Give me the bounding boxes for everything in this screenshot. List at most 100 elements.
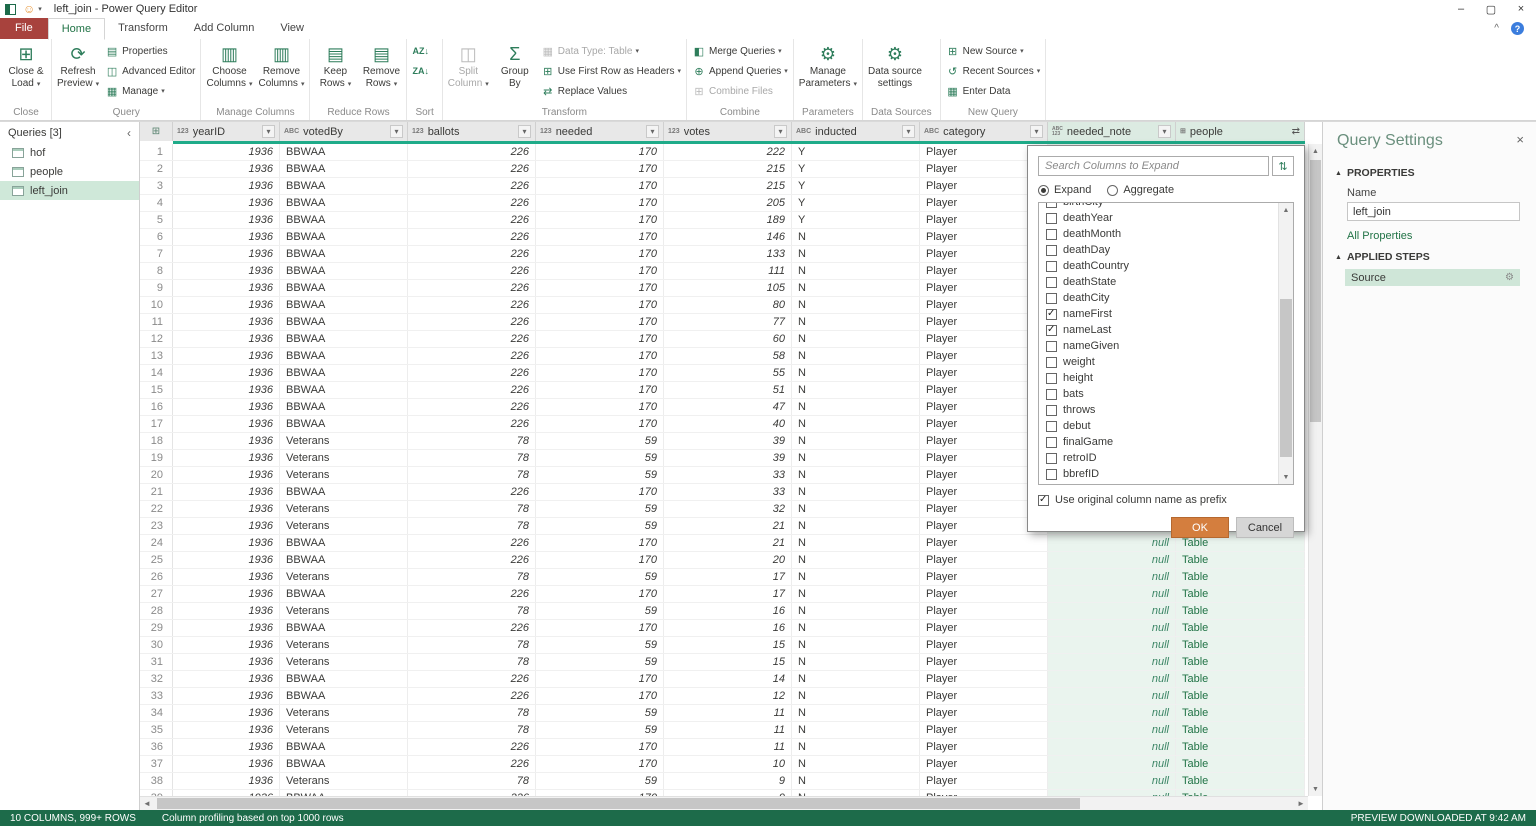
cell-inducted[interactable]: Y (792, 212, 920, 228)
filter-icon[interactable]: ▾ (262, 125, 275, 138)
cell-ballots[interactable]: 226 (408, 586, 536, 602)
cell-needed[interactable]: 59 (536, 637, 664, 653)
choose-columns-button[interactable]: ▥ChooseColumns▾ (203, 40, 255, 93)
cell-votedby[interactable]: Veterans (280, 722, 408, 738)
close-load-button[interactable]: ⊞Close &Load▾ (3, 40, 49, 93)
list-scroll-thumb[interactable] (1280, 299, 1292, 457)
cell-ballots[interactable]: 226 (408, 178, 536, 194)
cell-needed[interactable]: 59 (536, 603, 664, 619)
tab-home[interactable]: Home (48, 18, 105, 40)
cell-yearid[interactable]: 1936 (173, 484, 280, 500)
cell-votes[interactable]: 21 (664, 535, 792, 551)
expand-list-item-throws[interactable]: throws (1039, 402, 1278, 418)
cell-votes[interactable]: 11 (664, 705, 792, 721)
cell-needed[interactable]: 170 (536, 671, 664, 687)
cell-needed-note[interactable]: null (1048, 773, 1176, 789)
cell-votedby[interactable]: BBWAA (280, 144, 408, 160)
cell-category[interactable]: Player (920, 688, 1048, 704)
expand-list-item-namegiven[interactable]: nameGiven (1039, 338, 1278, 354)
horizontal-scrollbar[interactable]: ◄ ► (140, 796, 1308, 810)
cell-category[interactable]: Player (920, 773, 1048, 789)
cell-votes[interactable]: 11 (664, 722, 792, 738)
cell-yearid[interactable]: 1936 (173, 705, 280, 721)
cell-votes[interactable]: 133 (664, 246, 792, 262)
cell-votes[interactable]: 58 (664, 348, 792, 364)
checkbox-icon[interactable] (1046, 309, 1057, 320)
cell-needed[interactable]: 170 (536, 620, 664, 636)
cell-yearid[interactable]: 1936 (173, 161, 280, 177)
cell-people[interactable]: Table (1176, 722, 1305, 738)
cell-needed[interactable]: 59 (536, 501, 664, 517)
cell-needed-note[interactable]: null (1048, 688, 1176, 704)
cell-category[interactable]: Player (920, 535, 1048, 551)
expand-list-item-deathday[interactable]: deathDay (1039, 242, 1278, 258)
cell-needed-note[interactable]: null (1048, 705, 1176, 721)
cell-needed[interactable]: 170 (536, 144, 664, 160)
cell-votedby[interactable]: Veterans (280, 518, 408, 534)
keep-rows-button[interactable]: ▤KeepRows▾ (312, 40, 358, 93)
filter-icon[interactable]: ▾ (902, 125, 915, 138)
cell-votes[interactable]: 51 (664, 382, 792, 398)
cell-ballots[interactable]: 78 (408, 603, 536, 619)
cell-yearid[interactable]: 1936 (173, 314, 280, 330)
cell-ballots[interactable]: 226 (408, 739, 536, 755)
cell-votes[interactable]: 77 (664, 314, 792, 330)
expand-list-item-bbrefid[interactable]: bbrefID (1039, 466, 1278, 482)
column-header-votedby[interactable]: ABCvotedBy▾ (280, 122, 408, 141)
cell-inducted[interactable]: N (792, 756, 920, 772)
cell-inducted[interactable]: N (792, 450, 920, 466)
cell-needed[interactable]: 59 (536, 450, 664, 466)
cell-yearid[interactable]: 1936 (173, 671, 280, 687)
cell-needed[interactable]: 59 (536, 705, 664, 721)
cell-ballots[interactable]: 78 (408, 654, 536, 670)
column-type-icon[interactable]: ⊞ (1180, 128, 1186, 135)
replace-values-button[interactable]: ⇄Replace Values (538, 81, 684, 101)
filter-icon[interactable]: ▾ (646, 125, 659, 138)
column-type-icon[interactable]: 123 (540, 128, 552, 135)
list-scrollbar[interactable]: ▲ ▼ (1278, 203, 1293, 484)
column-header-people[interactable]: ⊞people⇄ (1176, 122, 1305, 141)
cell-votedby[interactable]: Veterans (280, 773, 408, 789)
cell-needed[interactable]: 170 (536, 331, 664, 347)
cell-needed[interactable]: 170 (536, 229, 664, 245)
cell-votedby[interactable]: BBWAA (280, 756, 408, 772)
tab-add-column[interactable]: Add Column (181, 18, 268, 39)
cell-people[interactable]: Table (1176, 654, 1305, 670)
cell-ballots[interactable]: 78 (408, 722, 536, 738)
checkbox-icon[interactable] (1046, 373, 1057, 384)
cell-votedby[interactable]: BBWAA (280, 739, 408, 755)
cell-inducted[interactable]: N (792, 620, 920, 636)
cell-votes[interactable]: 215 (664, 178, 792, 194)
cell-yearid[interactable]: 1936 (173, 399, 280, 415)
cell-votes[interactable]: 15 (664, 654, 792, 670)
cell-needed-note[interactable]: null (1048, 552, 1176, 568)
cell-needed[interactable]: 170 (536, 552, 664, 568)
cell-needed[interactable]: 170 (536, 314, 664, 330)
cell-people[interactable]: Table (1176, 688, 1305, 704)
cell-ballots[interactable]: 78 (408, 637, 536, 653)
cell-inducted[interactable]: N (792, 654, 920, 670)
cell-ballots[interactable]: 78 (408, 773, 536, 789)
cell-votes[interactable]: 14 (664, 671, 792, 687)
cell-needed[interactable]: 170 (536, 161, 664, 177)
cell-inducted[interactable]: N (792, 331, 920, 347)
cell-needed[interactable]: 59 (536, 467, 664, 483)
cell-yearid[interactable]: 1936 (173, 603, 280, 619)
cell-needed[interactable]: 59 (536, 569, 664, 585)
cell-votes[interactable]: 15 (664, 637, 792, 653)
cell-votes[interactable]: 189 (664, 212, 792, 228)
checkbox-icon[interactable] (1046, 245, 1057, 256)
cell-needed[interactable]: 59 (536, 433, 664, 449)
cell-category[interactable]: Player (920, 705, 1048, 721)
cell-needed[interactable]: 170 (536, 382, 664, 398)
cell-inducted[interactable]: N (792, 484, 920, 500)
cell-votes[interactable]: 80 (664, 297, 792, 313)
scroll-right-icon[interactable]: ► (1294, 797, 1308, 810)
cell-ballots[interactable]: 78 (408, 501, 536, 517)
cell-votes[interactable]: 33 (664, 484, 792, 500)
cell-ballots[interactable]: 226 (408, 399, 536, 415)
cell-votedby[interactable]: BBWAA (280, 399, 408, 415)
tab-file[interactable]: File (0, 18, 48, 39)
cell-yearid[interactable]: 1936 (173, 722, 280, 738)
cell-yearid[interactable]: 1936 (173, 195, 280, 211)
